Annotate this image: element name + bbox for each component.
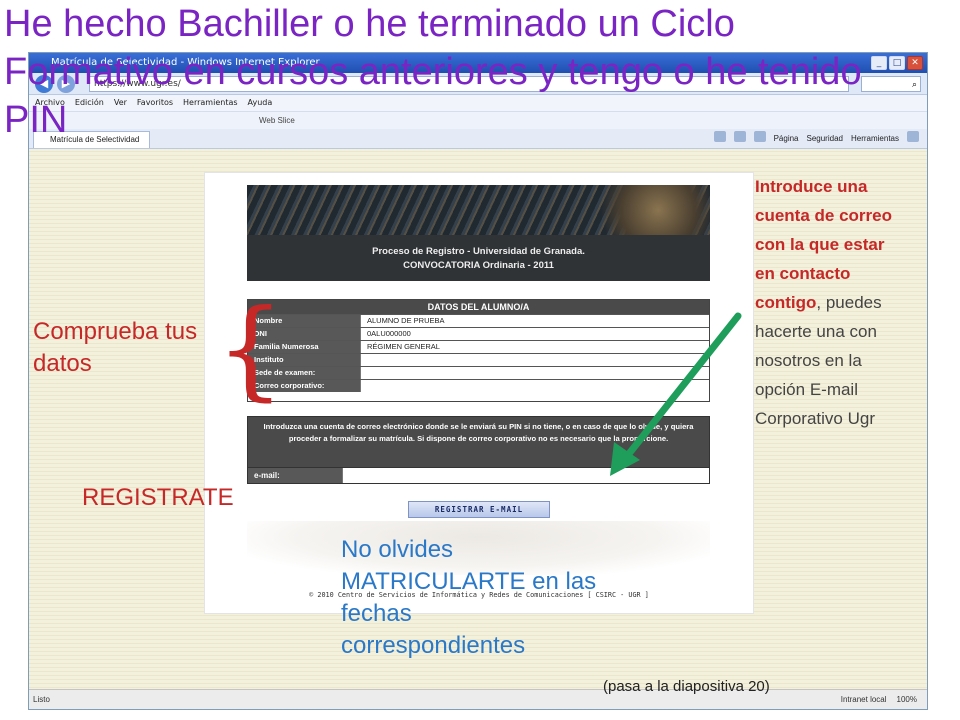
email-side-note: Introduce una cuenta de correo con la qu… — [755, 172, 905, 433]
zone-label: Intranet local — [840, 695, 887, 704]
matriculate-note: No olvides MATRICULARTE en las fechas co… — [341, 536, 597, 659]
banner-illustration — [580, 185, 710, 235]
side-note-emphasis-end: contigo — [755, 293, 817, 312]
status-text: Listo — [33, 695, 50, 704]
zoom-level[interactable]: 100% — [897, 690, 917, 709]
next-slide-note: (pasa a la diapositiva 20) — [603, 678, 770, 695]
email-label: e-mail: — [248, 468, 342, 483]
check-data-label: Comprueba tus datos — [33, 318, 198, 377]
side-note-emphasis: Introduce una cuenta de correo con la qu… — [755, 177, 892, 283]
banner-subtitle: CONVOCATORIA Ordinaria - 2011 — [403, 260, 554, 271]
help-icon[interactable] — [907, 131, 919, 142]
status-bar: Listo Intranet local 100% — [29, 689, 927, 709]
curly-brace-icon: { — [216, 287, 285, 412]
pointer-arrow-icon — [610, 312, 742, 476]
banner-title: Proceso de Registro - Universidad de Gra… — [372, 246, 585, 257]
register-email-button[interactable]: REGISTRAR E-MAIL — [408, 501, 550, 518]
side-note-rest: , puedes hacerte una con nosotros en la … — [755, 293, 882, 428]
slide-title: He hecho Bachiller o he terminado un Cic… — [4, 3, 862, 141]
header-banner: Proceso de Registro - Universidad de Gra… — [247, 185, 710, 281]
close-icon[interactable]: ✕ — [907, 56, 923, 70]
maximize-icon[interactable]: □ — [889, 56, 905, 70]
register-label: REGISTRATE — [82, 484, 234, 511]
